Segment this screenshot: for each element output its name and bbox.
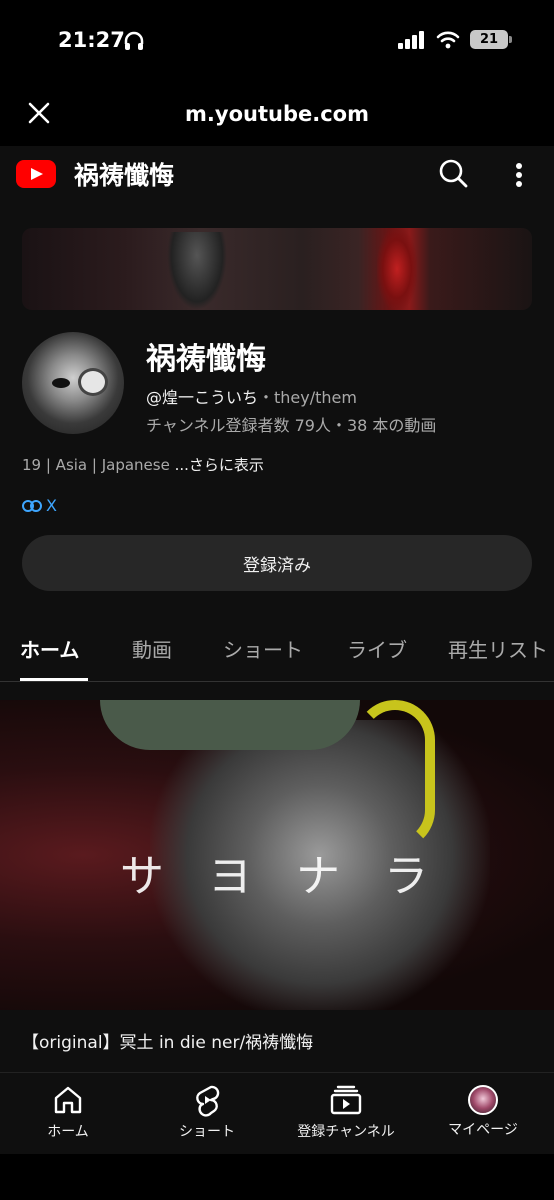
channel-pronouns: ・they/them <box>258 388 357 407</box>
avatar-eye <box>52 378 70 388</box>
tab-playlists[interactable]: 再生リスト <box>448 634 548 663</box>
channel-name: 祸祷懺悔 <box>146 342 266 377</box>
channel-handle-row: @煌一こういち・they/them <box>146 384 357 408</box>
link-icon <box>22 499 42 512</box>
status-time: 21:27 <box>58 28 125 52</box>
nav-subscriptions-label: 登録チャンネル <box>297 1124 395 1140</box>
nav-shorts-label: ショート <box>179 1124 235 1140</box>
channel-stats: チャンネル登録者数 79人・38 本の動画 <box>146 416 437 435</box>
nav-home[interactable]: ホーム <box>3 1083 133 1141</box>
avatar-eyepatch <box>78 368 108 396</box>
more-vert-icon[interactable] <box>508 158 530 192</box>
subscribed-button[interactable]: 登録済み <box>22 535 532 591</box>
youtube-logo-icon[interactable] <box>16 160 56 188</box>
thumbnail-snake <box>355 700 435 850</box>
my-page-avatar <box>468 1085 498 1115</box>
tab-shorts[interactable]: ショート <box>223 634 303 663</box>
home-icon <box>54 1086 82 1114</box>
headphones-icon <box>124 31 144 50</box>
banner-blood <box>377 228 417 310</box>
browser-url[interactable]: m.youtube.com <box>0 102 554 126</box>
nav-home-label: ホーム <box>47 1124 89 1140</box>
tab-videos[interactable]: 動画 <box>132 634 172 663</box>
channel-description[interactable]: 19 | Asia | Japanese ...さらに表示 <box>22 454 264 475</box>
nav-subscriptions[interactable]: 登録チャンネル <box>281 1083 411 1141</box>
tab-home[interactable]: ホーム <box>20 634 79 663</box>
channel-avatar[interactable] <box>22 332 124 434</box>
nav-my-page-label: マイページ <box>448 1122 518 1138</box>
thumbnail-text: サヨナラ <box>120 851 472 902</box>
youtube-header: 祸祷懺悔 <box>0 146 554 202</box>
bottom-navigation: ホーム ショート 登録チャンネル マイページ <box>0 1072 554 1154</box>
channel-link-label[interactable]: X <box>46 496 57 515</box>
cellular-signal-icon <box>398 30 424 49</box>
video-thumbnail[interactable]: サヨナラ <box>0 700 554 1010</box>
channel-banner <box>22 228 532 310</box>
tab-live[interactable]: ライブ <box>347 634 407 663</box>
video-title[interactable]: 【original】冥土 in die ner/祸祷懺悔 <box>22 1028 313 1053</box>
banner-figure <box>167 232 227 310</box>
header-title: 祸祷懺悔 <box>74 161 175 190</box>
channel-tabs: ホーム 動画 ショート ライブ 再生リスト <box>0 614 554 682</box>
subscriptions-icon <box>330 1085 362 1115</box>
browser-bar: m.youtube.com <box>0 80 554 146</box>
channel-link[interactable]: X <box>22 496 57 515</box>
nav-shorts[interactable]: ショート <box>142 1083 272 1141</box>
search-icon[interactable] <box>436 156 470 190</box>
channel-handle: @煌一こういち <box>146 388 259 407</box>
battery-indicator: 21 <box>470 30 512 49</box>
shorts-icon <box>196 1085 220 1117</box>
channel-page: 祸祷懺悔 @煌一こういち・they/them チャンネル登録者数 79人・38 … <box>0 202 554 1072</box>
thumbnail-hat <box>100 700 360 750</box>
home-indicator-area <box>0 1154 554 1200</box>
active-tab-indicator <box>20 678 88 681</box>
show-more-link[interactable]: ...さらに表示 <box>175 456 264 474</box>
nav-my-page[interactable]: マイページ <box>418 1083 548 1139</box>
wifi-icon <box>436 31 460 48</box>
status-bar: 21:27 21 <box>0 0 554 80</box>
description-text: 19 | Asia | Japanese <box>22 456 170 474</box>
